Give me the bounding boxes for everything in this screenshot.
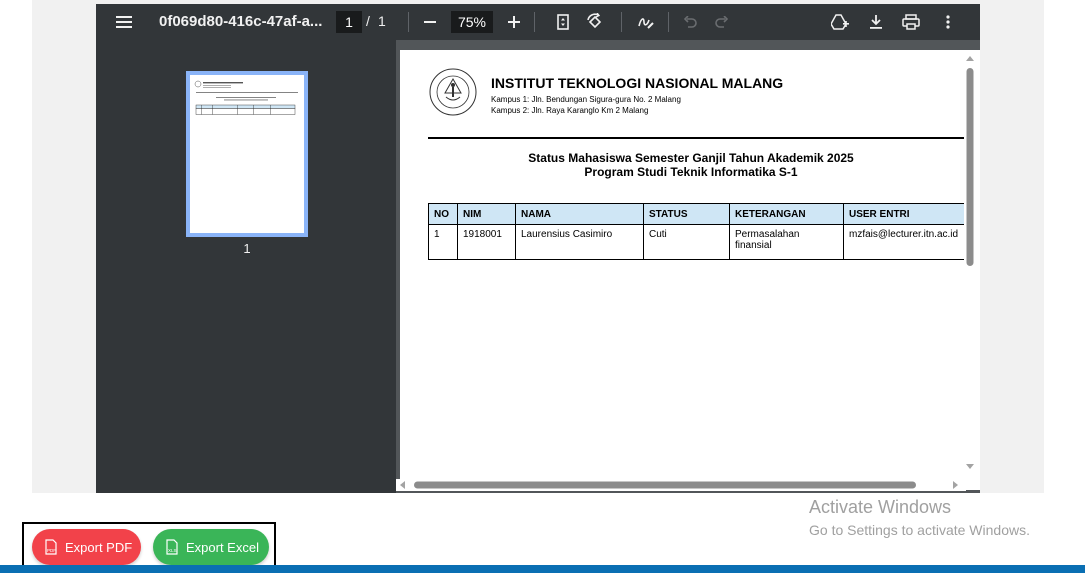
table-cell: 1918001 [457,224,516,260]
export-excel-button[interactable]: XLS Export Excel [153,529,269,565]
rotate-icon[interactable] [585,4,605,40]
table-cell: Laurensius Casimiro [515,224,644,260]
undo-icon[interactable] [681,4,699,40]
column-header: NO [428,203,458,225]
column-header: STATUS [643,203,730,225]
export-excel-label: Export Excel [186,539,259,555]
table-cell: Permasalahan finansial [729,224,844,260]
more-options-icon[interactable] [940,4,956,40]
windows-activation-title: Activate Windows [809,497,952,517]
report-title: Status Mahasiswa Semester Ganjil Tahun A… [528,151,854,165]
zoom-level-input[interactable]: 75% [451,11,493,33]
page-thumbnail[interactable] [186,71,308,237]
report-subtitle: Program Studi Teknik Informatika S-1 [584,165,798,179]
add-to-drive-icon[interactable] [830,4,850,40]
fit-page-icon[interactable] [555,4,571,40]
zoom-in-icon[interactable] [505,4,523,40]
pdf-viewer: 0f069d80-416c-47af-a... 1 / 1 75% 1 INST… [96,4,980,493]
institution-name: INSTITUT TEKNOLOGI NASIONAL MALANG [491,75,784,91]
thumbnail-preview [194,80,298,115]
toolbar-divider [621,12,622,32]
toolbar-divider [534,12,535,32]
toolbar-divider [668,12,669,32]
redo-icon[interactable] [713,4,731,40]
column-header: NAMA [515,203,644,225]
toolbar-divider [408,12,409,32]
print-icon[interactable] [901,4,921,40]
itn-logo-icon [429,68,477,116]
menu-icon[interactable] [116,4,132,40]
pdf-file-icon: PDF [44,539,58,555]
campus-1-address: Kampus 1: Jln. Bendungan Sigura-gura No.… [491,95,681,104]
thumbnail-sidebar: 1 [96,40,396,493]
vertical-scrollbar[interactable] [964,52,976,472]
xls-file-icon: XLS [165,539,179,555]
download-icon[interactable] [867,4,885,40]
page-separator: / [366,13,370,29]
table-cell: 1 [428,224,458,260]
export-pdf-label: Export PDF [65,539,133,555]
svg-text:PDF: PDF [47,548,56,553]
table-cell: mzfais@lecturer.itn.ac.id [843,224,972,260]
total-pages: 1 [378,13,386,29]
campus-2-address: Kampus 2: Jln. Raya Karanglo Km 2 Malang [491,106,649,115]
column-header: NIM [457,203,516,225]
pdf-page: INSTITUT TEKNOLOGI NASIONAL MALANG Kampu… [400,50,980,490]
table-header-row: NO NIM NAMA STATUS KETERANGAN USER ENTRI [428,203,972,225]
bottom-accent-bar [0,565,1085,573]
export-pdf-button[interactable]: PDF Export PDF [32,529,141,565]
document-filename: 0f069d80-416c-47af-a... [159,13,323,30]
windows-activation-subtitle: Go to Settings to activate Windows. [809,522,1030,538]
annotate-icon[interactable] [636,4,656,40]
student-status-table: NO NIM NAMA STATUS KETERANGAN USER ENTRI… [428,203,972,260]
table-row: 1 1918001 Laurensius Casimiro Cuti Perma… [428,224,972,260]
header-divider [428,137,968,139]
svg-text:XLS: XLS [168,548,177,553]
column-header: USER ENTRI [843,203,972,225]
zoom-out-icon[interactable] [421,4,439,40]
table-cell: Cuti [643,224,730,260]
pdf-toolbar: 0f069d80-416c-47af-a... 1 / 1 75% [96,4,980,40]
column-header: KETERANGAN [729,203,844,225]
thumbnail-page-number: 1 [243,241,251,256]
page-number-input[interactable]: 1 [336,11,362,33]
horizontal-scrollbar[interactable] [396,479,966,491]
